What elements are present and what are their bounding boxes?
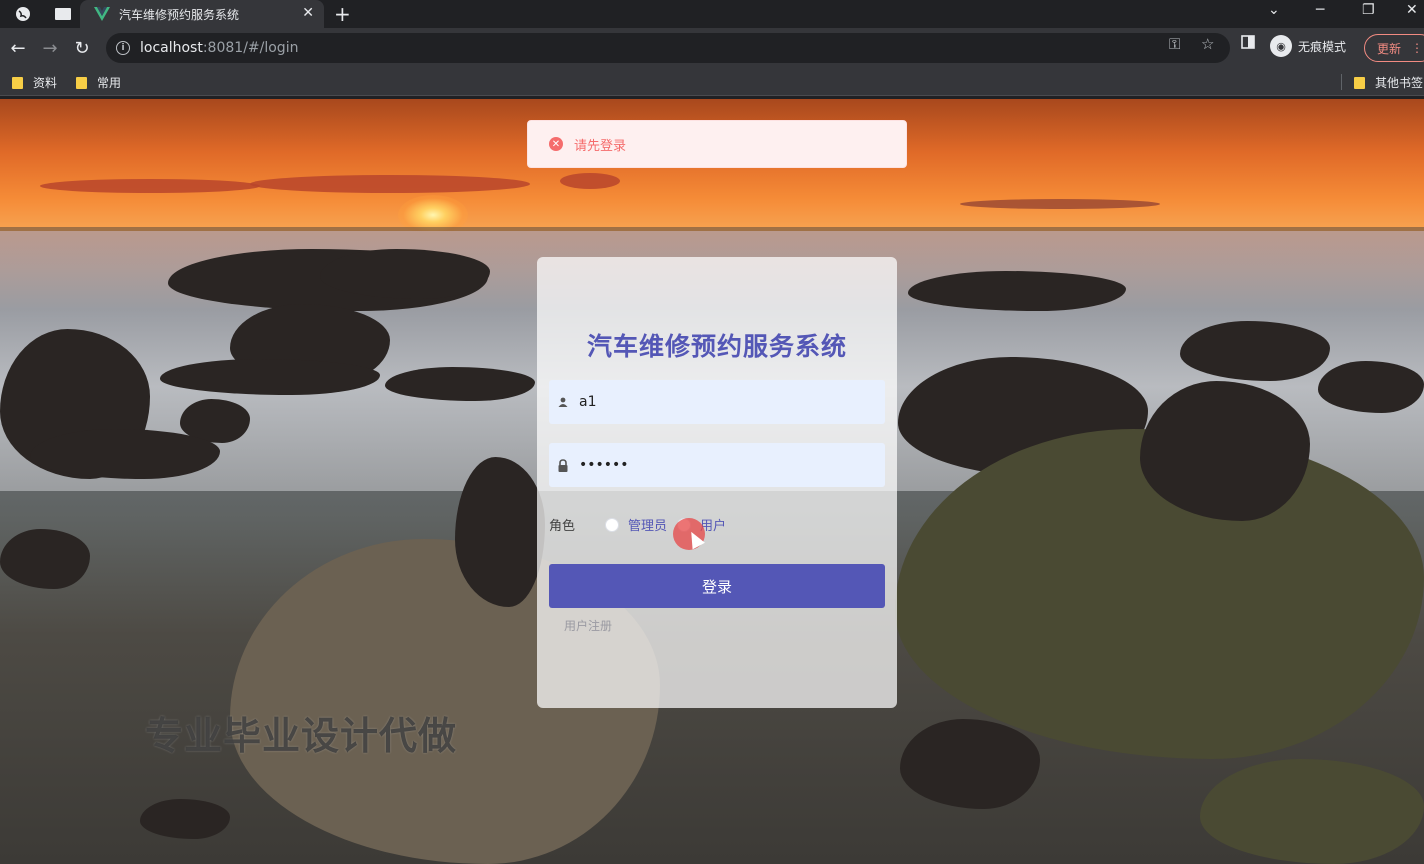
rock bbox=[1140, 381, 1310, 521]
back-icon[interactable]: ← bbox=[6, 36, 30, 60]
rock bbox=[455, 457, 545, 607]
rock bbox=[0, 529, 90, 589]
login-title: 汽车维修预约服务系统 bbox=[586, 332, 847, 361]
cloud bbox=[250, 175, 530, 193]
globe-icon[interactable] bbox=[12, 4, 34, 24]
cloud bbox=[560, 173, 620, 189]
bookmark-label: 资料 bbox=[33, 76, 58, 90]
key-icon[interactable]: ⚿ bbox=[1169, 35, 1180, 53]
login-button[interactable]: 登录 bbox=[549, 564, 885, 608]
tab-title: 汽车维修预约服务系统 bbox=[119, 7, 240, 22]
vue-logo-icon bbox=[94, 7, 110, 21]
rock bbox=[385, 367, 535, 401]
login-card: 汽车维修预约服务系统 角色 管理员 用户 登录 用户注册 bbox=[537, 257, 897, 708]
reload-icon[interactable]: ↻ bbox=[70, 36, 94, 60]
more-icon[interactable]: ⋮ bbox=[1411, 41, 1423, 55]
update-button[interactable]: 更新 ⋮ bbox=[1364, 34, 1424, 62]
role-label: 角色 bbox=[549, 519, 576, 534]
rock bbox=[140, 799, 230, 839]
toast-message: 请先登录 bbox=[574, 138, 627, 154]
rock bbox=[900, 719, 1040, 809]
forward-icon[interactable]: → bbox=[38, 36, 62, 60]
rock bbox=[160, 359, 380, 395]
folder-icon bbox=[12, 76, 23, 89]
radio-dot[interactable] bbox=[605, 517, 619, 532]
bookmark-label: 其他书签 bbox=[1375, 76, 1424, 90]
folder-icon bbox=[1354, 76, 1365, 89]
active-tab[interactable]: 汽车维修预约服务系统 ✕ bbox=[80, 0, 324, 28]
browser-toolbar: ← → ↻ i localhost:8081/#/login ⚿ ☆ ◉ 无痕模… bbox=[0, 28, 1424, 68]
restore-icon[interactable]: ❐ bbox=[1362, 2, 1375, 18]
browser-tab-strip: 汽车维修预约服务系统 ✕ + ⌄ ─ ❐ ✕ bbox=[0, 0, 1424, 28]
role-option-label[interactable]: 管理员 bbox=[628, 515, 667, 534]
info-icon[interactable]: i bbox=[116, 41, 130, 55]
username-input[interactable] bbox=[579, 394, 869, 410]
bookmark-folder-ziliao[interactable]: 资料 bbox=[12, 74, 57, 91]
new-tab-button[interactable]: + bbox=[334, 2, 351, 26]
password-field[interactable] bbox=[549, 443, 885, 487]
rock bbox=[1318, 361, 1424, 413]
error-toast: ✕ 请先登录 bbox=[527, 120, 907, 168]
incognito-indicator[interactable]: ◉ 无痕模式 bbox=[1270, 35, 1346, 57]
address-bar[interactable]: i localhost:8081/#/login bbox=[106, 33, 1230, 63]
star-icon[interactable]: ☆ bbox=[1201, 35, 1214, 53]
folder-icon bbox=[76, 76, 87, 89]
tab-search-chevron-down-icon[interactable]: ⌄ bbox=[1268, 2, 1280, 18]
page-viewport: ✕ 请先登录 汽车维修预约服务系统 角色 管理员 用户 bbox=[0, 99, 1424, 864]
role-radio-admin[interactable]: 管理员 bbox=[605, 515, 667, 534]
sidepanel-icon[interactable] bbox=[1241, 35, 1255, 53]
incognito-icon: ◉ bbox=[1270, 35, 1292, 57]
other-bookmarks[interactable]: 其他书签 bbox=[1354, 74, 1423, 91]
minimize-icon[interactable]: ─ bbox=[1316, 2, 1324, 18]
role-selector: 角色 管理员 用户 bbox=[549, 515, 736, 534]
window-close-icon[interactable]: ✕ bbox=[1406, 2, 1418, 18]
username-field[interactable] bbox=[549, 380, 885, 424]
watermark-text: 专业毕业设计代做 bbox=[145, 714, 458, 758]
register-link[interactable]: 用户注册 bbox=[564, 617, 612, 634]
cloud bbox=[960, 199, 1160, 209]
rock bbox=[1200, 759, 1424, 864]
rock bbox=[908, 271, 1126, 311]
password-input[interactable] bbox=[579, 457, 869, 473]
close-icon[interactable]: ✕ bbox=[302, 5, 314, 21]
bookmark-label: 常用 bbox=[97, 76, 122, 90]
user-icon bbox=[557, 397, 569, 407]
lock-icon bbox=[557, 458, 569, 472]
bookmarks-bar: 资料 常用 其他书签 bbox=[0, 68, 1424, 96]
rock bbox=[30, 429, 220, 479]
error-circle-icon: ✕ bbox=[549, 137, 563, 151]
url-text: localhost:8081/#/login bbox=[140, 40, 299, 56]
update-label: 更新 bbox=[1377, 41, 1402, 56]
bookmark-divider bbox=[1341, 74, 1342, 90]
incognito-label: 无痕模式 bbox=[1298, 39, 1347, 54]
rock bbox=[1180, 321, 1330, 381]
rock bbox=[320, 249, 490, 299]
window-icon[interactable] bbox=[52, 4, 74, 24]
cloud bbox=[40, 179, 260, 193]
bookmark-folder-changyong[interactable]: 常用 bbox=[76, 74, 121, 91]
